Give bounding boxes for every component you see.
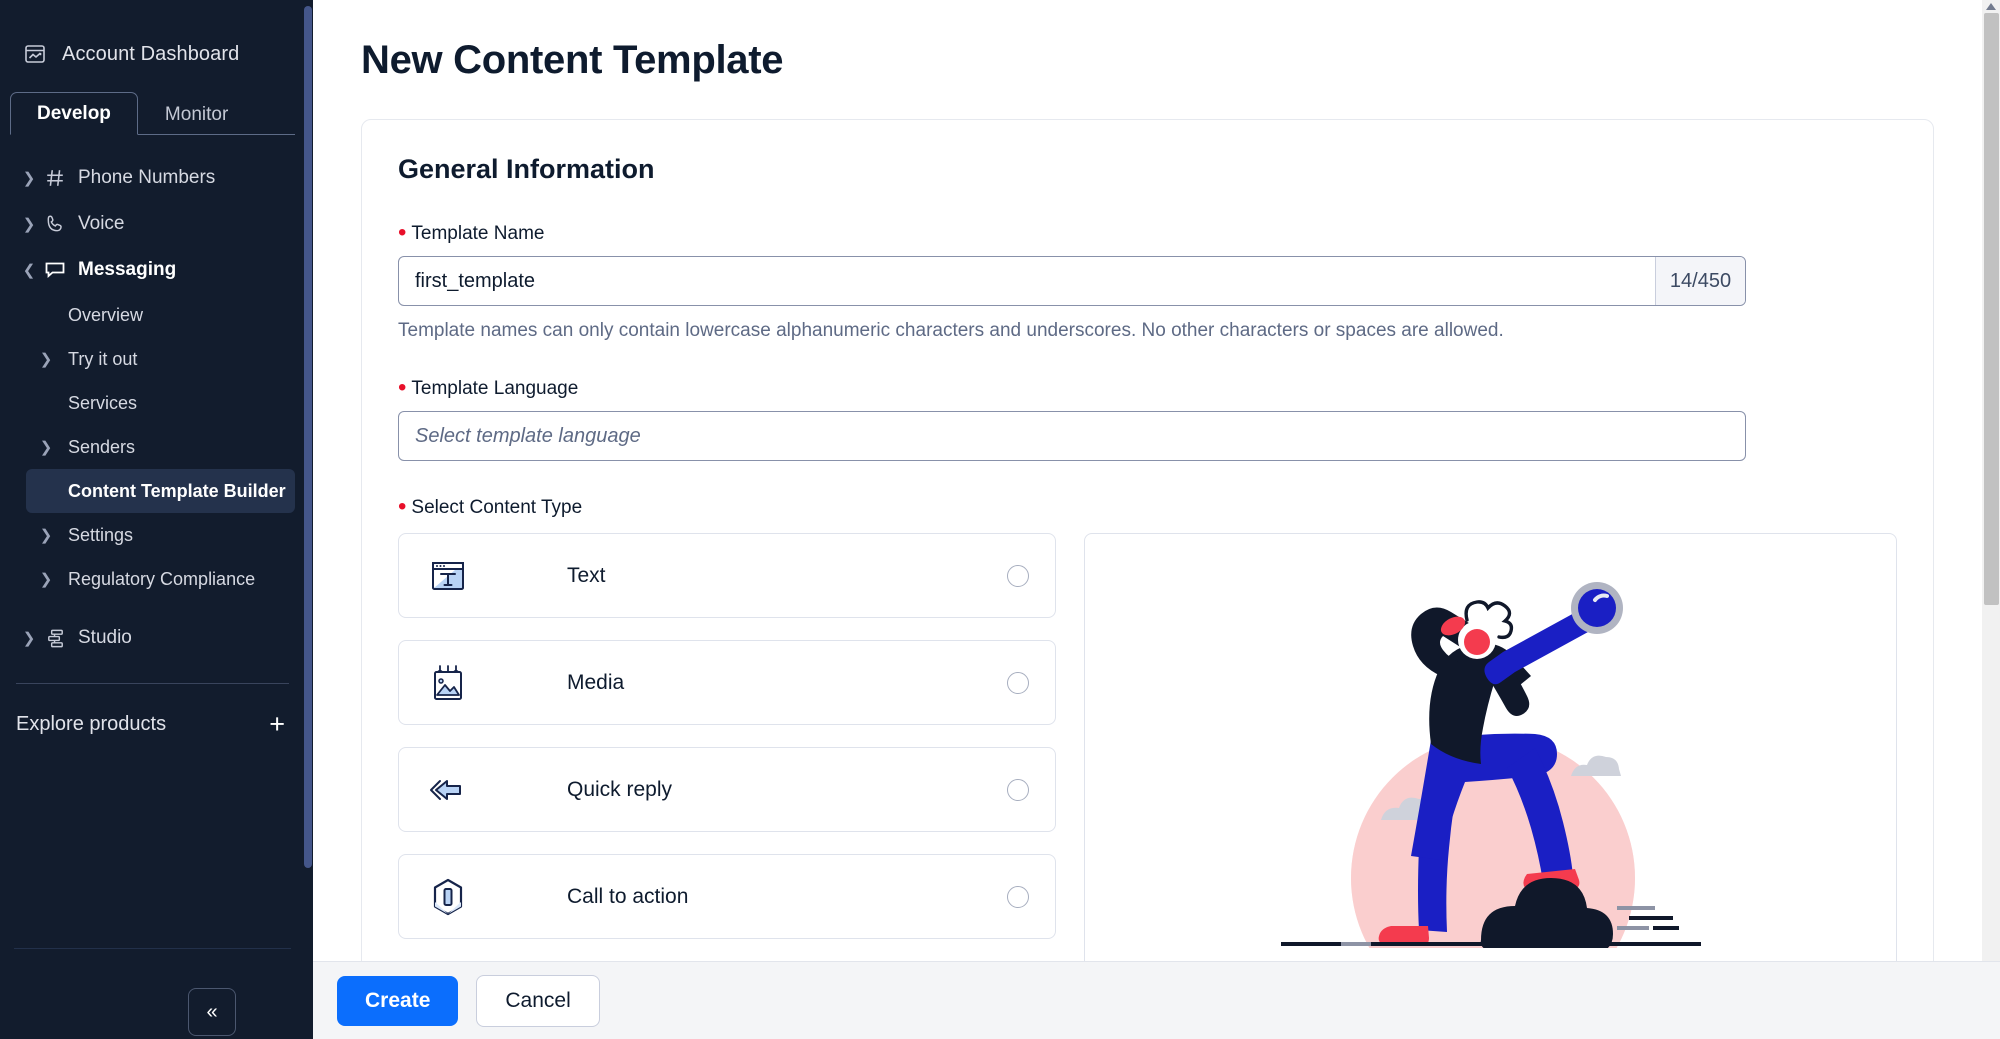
content-type-label: • Select Content Type [398, 493, 583, 520]
sidebar-item-label: Studio [78, 627, 132, 648]
template-language-label-text: Template Language [411, 378, 579, 399]
sidebar-item-settings[interactable]: ❯ Settings [26, 513, 295, 557]
chevron-right-icon: ❯ [22, 170, 36, 187]
text-window-icon [425, 555, 471, 597]
sidebar-item-messaging[interactable]: ❮ Messaging [8, 247, 295, 293]
sidebar: Account Dashboard Develop Monitor ❯ Phon… [0, 0, 313, 1039]
content-type-radio-media[interactable] [1007, 671, 1029, 694]
main-scroll-region: New Content Template General Information… [313, 0, 1982, 961]
sidebar-item-regulatory-compliance[interactable]: ❯ Regulatory Compliance [26, 557, 295, 601]
template-name-helper-text: Template names can only contain lowercas… [398, 320, 1504, 341]
media-image-icon [425, 662, 471, 704]
sidebar-subitem-label: Services [68, 392, 138, 413]
chevron-right-icon: ❯ [39, 527, 53, 544]
app-root: Account Dashboard Develop Monitor ❯ Phon… [0, 0, 2000, 1039]
create-button[interactable]: Create [337, 975, 459, 1026]
chevron-right-icon: ❯ [39, 351, 53, 368]
plus-icon[interactable]: + [269, 710, 285, 738]
general-information-card: General Information • Template Name 14/4… [361, 119, 1934, 961]
chevron-right-icon: ❯ [22, 216, 36, 233]
sidebar-subitem-label: Overview [68, 304, 144, 325]
template-name-counter: 14/450 [1655, 257, 1745, 305]
sidebar-scroll-region: Account Dashboard Develop Monitor ❯ Phon… [0, 0, 305, 1039]
content-type-option-media[interactable]: Media [398, 640, 1056, 725]
account-dashboard-label: Account Dashboard [62, 42, 240, 65]
page-title: New Content Template [361, 38, 784, 82]
page-scrollbar-thumb[interactable] [1984, 13, 1999, 605]
sidebar-item-phone-numbers[interactable]: ❯ Phone Numbers [8, 155, 295, 201]
chat-bubble-icon [40, 258, 70, 282]
content-type-option-label: Text [567, 563, 606, 587]
content-type-label-text: Select Content Type [411, 497, 583, 518]
template-language-label: • Template Language [398, 374, 579, 401]
sidebar-subitem-label: Settings [68, 524, 134, 545]
sidebar-item-label: Voice [78, 213, 125, 234]
template-name-input-wrap: 14/450 [398, 256, 1746, 306]
sidebar-scrollbar-track[interactable] [303, 0, 313, 1039]
section-title-general-information: General Information [398, 154, 655, 184]
reply-arrow-icon [425, 769, 471, 811]
sidebar-item-services[interactable]: Services [26, 381, 295, 425]
scroll-up-arrow-icon[interactable] [1982, 0, 2000, 12]
sidebar-subitem-label: Content Template Builder [68, 480, 286, 501]
sidebar-item-senders[interactable]: ❯ Senders [26, 425, 295, 469]
hash-icon [40, 167, 70, 189]
chevron-down-icon: ❮ [22, 262, 36, 279]
sidebar-item-try-it-out[interactable]: ❯ Try it out [26, 337, 295, 381]
sidebar-item-overview[interactable]: Overview [26, 293, 295, 337]
footer-action-bar: Create Cancel [313, 961, 2000, 1039]
content-type-option-label: Call to action [567, 884, 689, 908]
content-type-grid: Text Media Quick reply Call to action [398, 533, 1897, 961]
template-language-select[interactable]: Select template language [398, 411, 1746, 461]
content-type-option-label: Media [567, 670, 625, 694]
chevron-right-icon: ❯ [39, 439, 53, 456]
sidebar-subitem-label: Try it out [68, 348, 138, 369]
content-type-preview-panel: Choose a content type to view details [1084, 533, 1897, 961]
sidebar-collapse-button[interactable]: « [188, 988, 236, 1036]
sidebar-item-studio[interactable]: ❯ Studio [8, 615, 295, 661]
phone-icon [40, 213, 70, 235]
content-type-option-text[interactable]: Text [398, 533, 1056, 618]
content-type-option-label: Quick reply [567, 777, 673, 801]
sidebar-bottom-divider [14, 948, 291, 949]
sidebar-tabs: Develop Monitor [10, 90, 295, 135]
main-content: New Content Template General Information… [313, 0, 2000, 1039]
sidebar-subitem-label: Regulatory Compliance [68, 568, 256, 589]
studio-flow-icon [40, 627, 70, 650]
person-with-telescope-illustration [1280, 548, 1701, 961]
sidebar-subitem-label: Senders [68, 436, 136, 457]
chevron-right-icon: ❯ [22, 630, 36, 647]
content-type-radio-quick-reply[interactable] [1007, 778, 1029, 801]
content-type-option-list: Text Media Quick reply Call to action [398, 533, 1056, 961]
template-language-placeholder: Select template language [415, 424, 641, 447]
dashboard-chart-icon [22, 41, 48, 67]
hexagon-button-icon [425, 876, 471, 918]
content-type-radio-call-to-action[interactable] [1007, 885, 1029, 908]
sidebar-nav: ❯ Phone Numbers ❯ Voice ❮ Messaging Over… [0, 135, 305, 661]
chevron-right-icon: ❯ [39, 571, 53, 588]
cancel-button[interactable]: Cancel [476, 974, 600, 1027]
tab-develop[interactable]: Develop [10, 92, 138, 135]
page-scrollbar-track[interactable] [1982, 0, 2000, 1039]
explore-products-row[interactable]: Explore products + [0, 692, 305, 756]
sidebar-item-label: Phone Numbers [78, 167, 216, 188]
sidebar-item-content-template-builder[interactable]: Content Template Builder [26, 469, 295, 513]
account-dashboard-link[interactable]: Account Dashboard [0, 0, 305, 78]
sidebar-scrollbar-thumb[interactable] [304, 6, 312, 868]
double-chevron-left-icon: « [206, 1000, 218, 1023]
sidebar-item-label: Messaging [78, 259, 177, 280]
sidebar-divider [16, 683, 289, 684]
tab-monitor[interactable]: Monitor [138, 93, 255, 135]
template-name-input[interactable] [399, 257, 1655, 305]
content-type-option-quick-reply[interactable]: Quick reply [398, 747, 1056, 832]
content-type-option-call-to-action[interactable]: Call to action [398, 854, 1056, 939]
explore-products-label: Explore products [16, 712, 167, 735]
template-name-label: • Template Name [398, 219, 545, 246]
sidebar-item-voice[interactable]: ❯ Voice [8, 201, 295, 247]
content-type-radio-text[interactable] [1007, 564, 1029, 587]
template-name-label-text: Template Name [411, 223, 545, 244]
